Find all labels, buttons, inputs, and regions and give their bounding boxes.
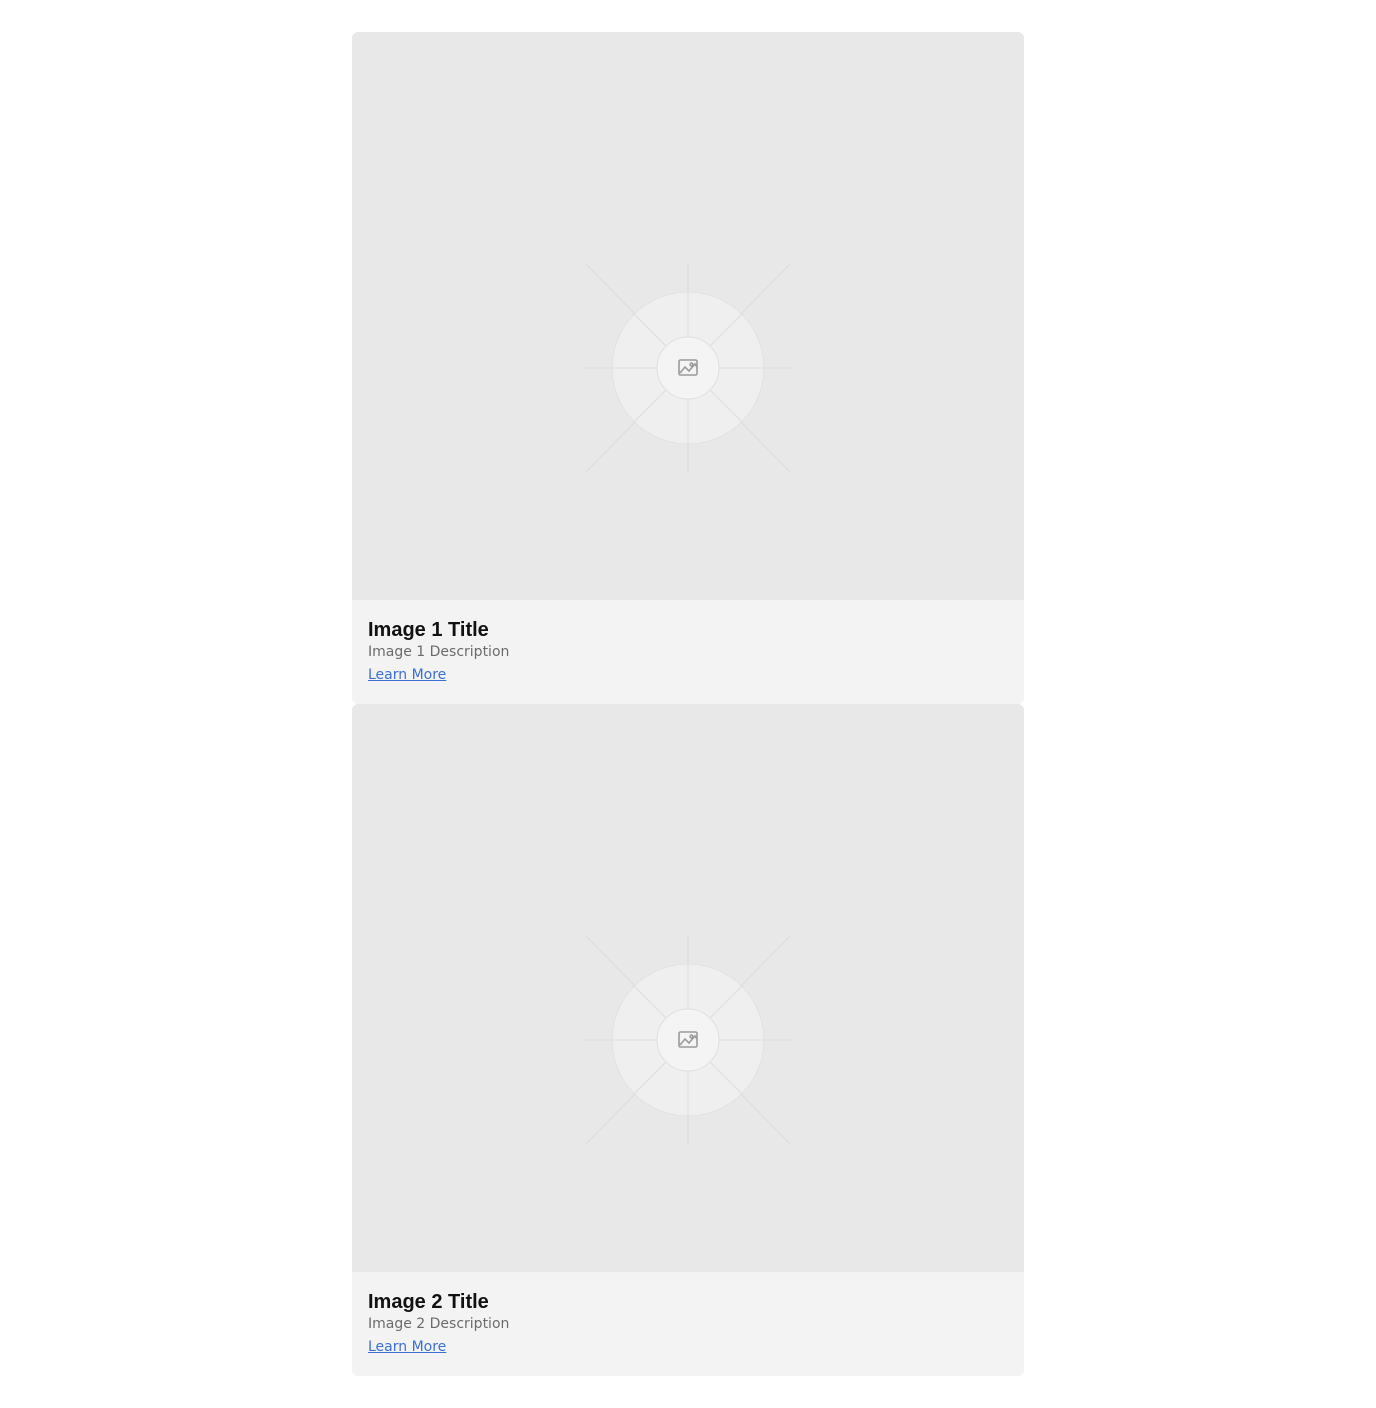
- image-card: Image 2 Title Image 2 Description Learn …: [352, 704, 1024, 1376]
- card-title: Image 2 Title: [368, 1291, 489, 1313]
- image-placeholder-graphic: [584, 935, 792, 1145]
- card-description: Image 2 Description: [368, 1316, 510, 1332]
- card-image-placeholder: [352, 704, 1024, 1272]
- card-image-placeholder: [352, 32, 1024, 600]
- card-list: Image 1 Title Image 1 Description Learn …: [352, 32, 1024, 1376]
- image-placeholder-graphic: [584, 263, 792, 473]
- card-title: Image 1 Title: [368, 619, 489, 641]
- learn-more-link[interactable]: Learn More: [368, 1337, 446, 1357]
- card-body: Image 2 Title Image 2 Description Learn …: [352, 1272, 1024, 1376]
- learn-more-link[interactable]: Learn More: [368, 665, 446, 685]
- card-body: Image 1 Title Image 1 Description Learn …: [352, 600, 1024, 704]
- card-description: Image 1 Description: [368, 644, 510, 660]
- image-card: Image 1 Title Image 1 Description Learn …: [352, 32, 1024, 704]
